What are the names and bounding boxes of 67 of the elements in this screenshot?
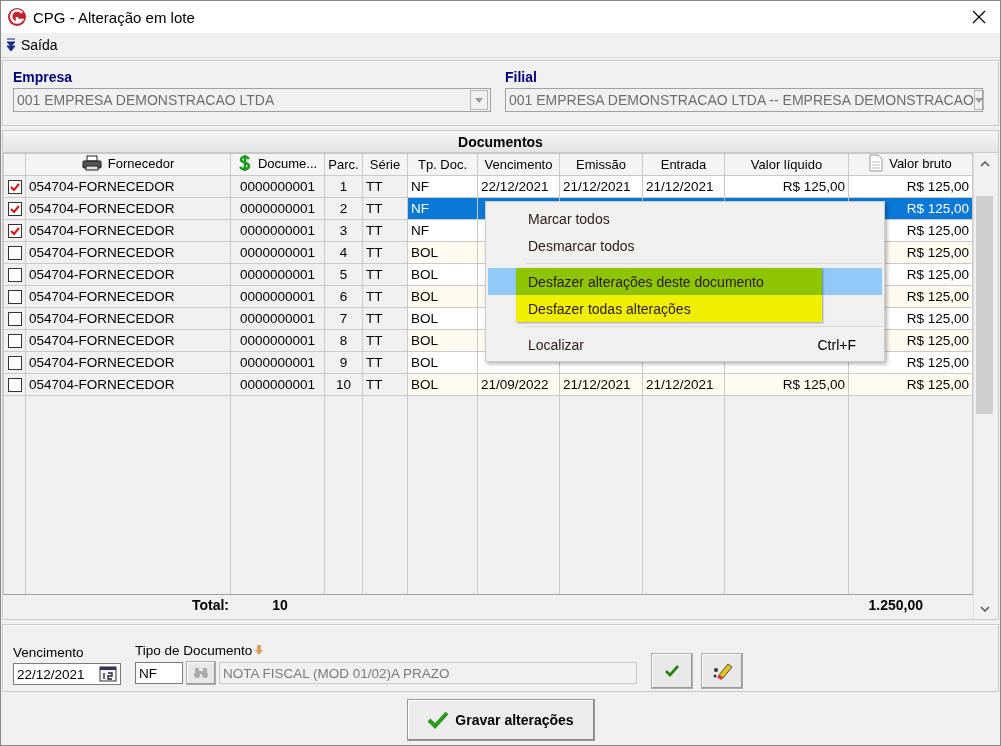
total-count: 10 [271,597,289,613]
menu-item[interactable]: Saída [4,37,60,53]
binoculars-icon [193,667,209,679]
caret-icon [974,97,983,103]
table-cell: 054704-FORNECEDOR [25,351,231,374]
field-label: Vencimento [13,645,85,660]
table-cell: 054704-FORNECEDOR [25,241,231,264]
menu-item[interactable]: Desfazer todas alterações [516,295,822,322]
checkbox[interactable] [7,378,22,393]
grid-title: Documentos [3,131,998,153]
eraser-icon [711,661,733,681]
total-value: 1.250,00 [867,597,924,613]
caret-icon [475,97,483,103]
apply-button[interactable] [651,653,693,689]
column-header[interactable]: Série [362,153,408,176]
field-label: Filial [505,69,538,85]
table-cell: 054704-FORNECEDOR [25,175,231,198]
checkbox[interactable] [7,224,22,239]
table-cell: 054704-FORNECEDOR [25,307,231,330]
scroll-thumb[interactable] [976,196,993,414]
column-header[interactable]: Vencimento [477,153,560,176]
save-button[interactable]: Gravar alterações [406,698,595,741]
table-cell: 054704-FORNECEDOR [25,219,231,242]
column-header[interactable]: Entrada [642,153,725,176]
down-arrow-icon [255,645,264,656]
checkbox[interactable] [7,312,22,327]
column-header[interactable]: Docume... [230,153,325,176]
window-title: CPG - Alteração em lote [33,8,196,26]
double-down-arrow-icon [6,38,16,52]
checkbox[interactable] [7,202,22,217]
date-field[interactable]: 22/12/2021 [13,663,121,685]
total-label: Total: [190,597,230,613]
table-cell: 054704-FORNECEDOR [25,329,231,352]
clear-button[interactable] [701,653,743,689]
menu-item[interactable]: Desfazer alterações deste documento [516,268,822,295]
calendar-icon[interactable] [99,666,117,682]
checkbox[interactable] [7,268,22,283]
search-button[interactable] [186,661,216,685]
menu-item[interactable]: Marcar todos [516,205,610,232]
document-icon [869,154,884,172]
column-header[interactable]: Fornecedor [25,153,231,176]
menu-item[interactable]: Localizar [516,331,585,358]
close-icon [972,10,986,24]
checkbox[interactable] [7,290,22,305]
column-header[interactable]: Emissão [559,153,643,176]
menu-item[interactable]: Desmarcar todos [516,232,635,259]
column-header[interactable]: Tp. Doc. [407,153,478,176]
table-cell: 054704-FORNECEDOR [25,285,231,308]
code-field[interactable]: NF [135,662,183,684]
column-header[interactable]: Valor bruto [848,153,973,176]
check-icon [665,665,679,677]
printer-icon [81,155,102,171]
checkbox[interactable] [7,246,22,261]
column-header[interactable]: Valor líquido [724,153,849,176]
table-cell: 054704-FORNECEDOR [25,373,231,396]
logo-icon [7,7,27,27]
scrollbar[interactable] [973,153,995,619]
field-label: Tipo de Documento [135,643,253,658]
checkbox[interactable] [7,180,22,195]
check-icon [427,710,450,729]
field-label: Empresa [13,69,74,85]
column-header[interactable]: Parc. [324,153,363,176]
table-cell: 054704-FORNECEDOR [25,263,231,286]
checkbox[interactable] [7,334,22,349]
dollar-icon [237,155,252,171]
checkbox[interactable] [7,356,22,371]
table-cell: 054704-FORNECEDOR [25,197,231,220]
